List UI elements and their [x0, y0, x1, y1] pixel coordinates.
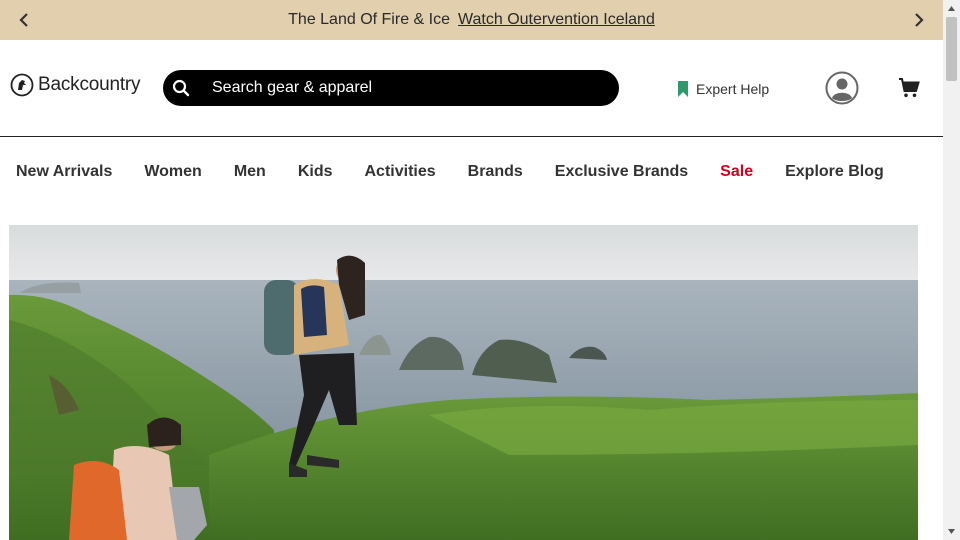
main-nav: New Arrivals Women Men Kids Activities B…	[0, 137, 943, 207]
nav-item-sale[interactable]: Sale	[720, 163, 753, 181]
bookmark-icon	[678, 81, 688, 97]
expert-help-label: Expert Help	[696, 81, 770, 97]
nav-item-activities[interactable]: Activities	[365, 163, 436, 181]
logo[interactable]: Backcountry	[10, 72, 141, 98]
nav-item-women[interactable]: Women	[144, 163, 201, 181]
promo-link[interactable]: Watch Outervention Iceland	[458, 11, 655, 29]
search-bar[interactable]	[163, 70, 619, 106]
user-avatar-icon[interactable]	[825, 71, 859, 105]
goat-logo-icon	[10, 73, 34, 97]
site-header: Backcountry Expert Help	[0, 40, 943, 137]
nav-item-explore-blog[interactable]: Explore Blog	[785, 163, 884, 181]
nav-item-kids[interactable]: Kids	[298, 163, 333, 181]
nav-item-men[interactable]: Men	[234, 163, 266, 181]
promo-text: The Land Of Fire & Ice	[288, 11, 450, 28]
expert-help-link[interactable]: Expert Help	[677, 81, 769, 97]
chevron-right-icon[interactable]	[909, 10, 929, 30]
page-scrollbar[interactable]	[943, 0, 960, 540]
scroll-thumb[interactable]	[946, 17, 957, 81]
nav-item-exclusive-brands[interactable]: Exclusive Brands	[555, 163, 688, 181]
search-icon	[172, 79, 190, 97]
logo-text: Backcountry	[38, 74, 141, 95]
cart-icon[interactable]	[898, 78, 920, 98]
nav-item-new-arrivals[interactable]: New Arrivals	[16, 163, 112, 181]
search-input[interactable]	[212, 79, 592, 97]
hero-image[interactable]	[9, 225, 918, 540]
scroll-down-icon[interactable]	[947, 527, 956, 536]
scroll-up-icon[interactable]	[947, 4, 956, 13]
chevron-left-icon[interactable]	[14, 10, 34, 30]
nav-item-brands[interactable]: Brands	[468, 163, 523, 181]
promo-banner: The Land Of Fire & Ice Watch Outerventio…	[0, 0, 943, 40]
